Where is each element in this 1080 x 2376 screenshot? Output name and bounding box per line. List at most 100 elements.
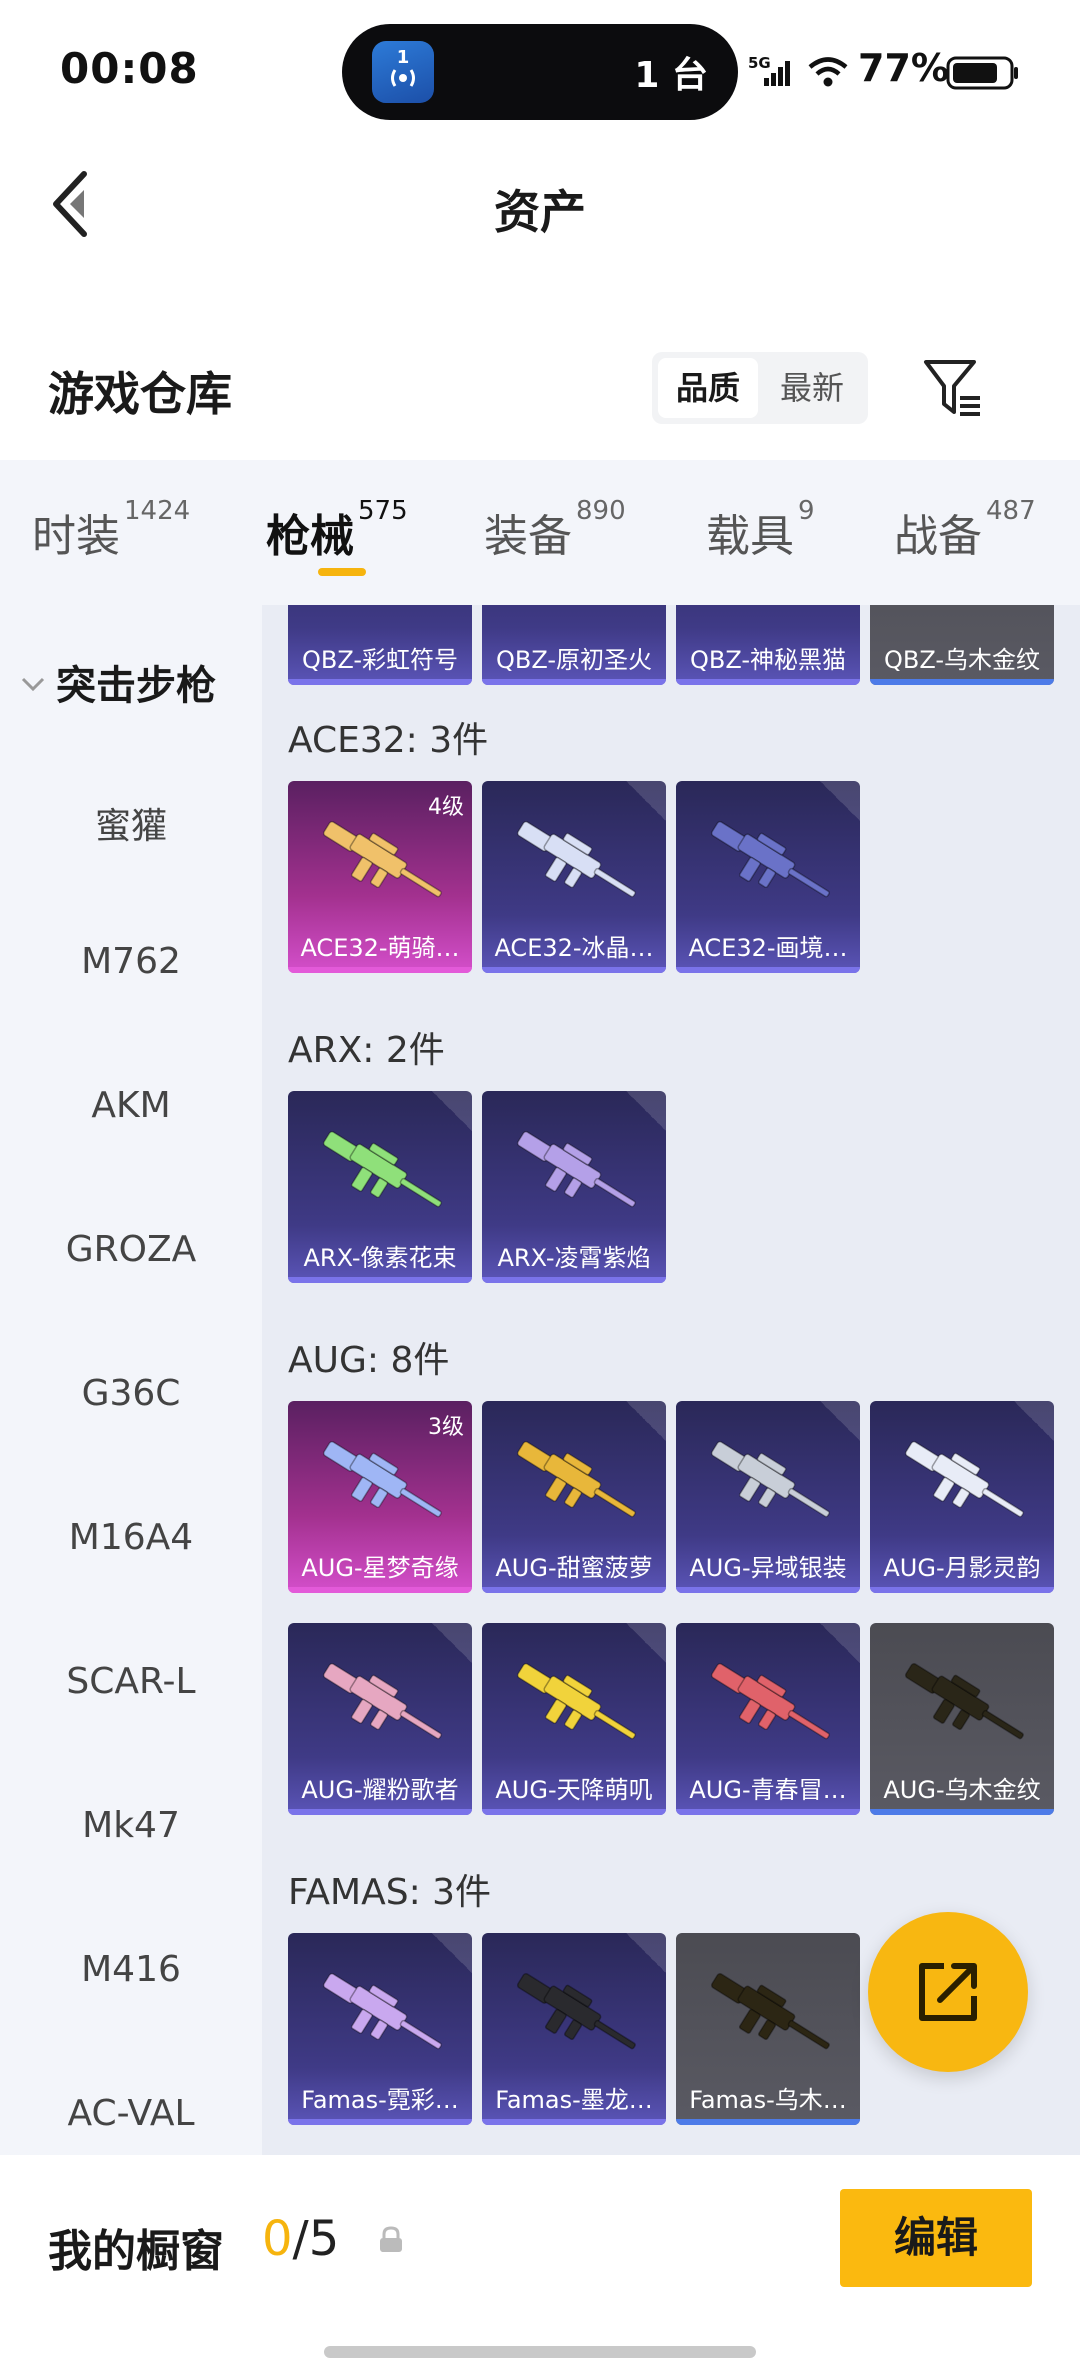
- weapon-name: Famas-乌木…: [689, 2086, 847, 2114]
- weapon-card[interactable]: AUG-异域银装: [676, 1401, 860, 1593]
- showcase-bar: 我的橱窗 0/5 编辑: [0, 2155, 1080, 2376]
- dynamic-island[interactable]: 1 1 台: [342, 24, 738, 120]
- upgrade-level: 4级: [428, 795, 464, 820]
- active-tab-indicator: [318, 568, 366, 576]
- weapon-card[interactable]: ACE32-冰晶…: [482, 781, 666, 973]
- rarity-stripe: [870, 1809, 1054, 1815]
- weapon-name: AUG-甜蜜菠萝: [495, 1554, 653, 1582]
- sidebar-item[interactable]: M416: [0, 1949, 262, 1990]
- sidebar-group-label: 突击步枪: [56, 663, 216, 709]
- rifle-icon: [710, 1440, 830, 1518]
- broadcast-icon: [391, 69, 415, 87]
- rifle-icon: [516, 1972, 636, 2050]
- rarity-stripe: [482, 967, 666, 973]
- showcase-label: 我的橱窗: [48, 2226, 224, 2277]
- weapon-card[interactable]: QBZ-原初圣火: [482, 605, 666, 685]
- tab-vehicles[interactable]: 载具 9: [706, 496, 815, 564]
- weapon-name: ACE32-冰晶…: [494, 934, 654, 962]
- weapon-card[interactable]: Famas-墨龙…: [482, 1933, 666, 2125]
- rarity-stripe: [870, 1587, 1054, 1593]
- sidebar-item[interactable]: G36C: [0, 1373, 262, 1414]
- sidebar-group-assault-rifles[interactable]: 突击步枪: [20, 653, 216, 711]
- weapon-card[interactable]: AUG-青春冒…: [676, 1623, 860, 1815]
- section-title-famas: FAMAS: 3件: [288, 1872, 492, 1913]
- rarity-stripe: [676, 967, 860, 973]
- showcase-current: 0: [262, 2211, 293, 2267]
- filter-icon[interactable]: [922, 356, 986, 420]
- tab-count: 575: [358, 496, 408, 526]
- weapon-card[interactable]: AUG-乌木金纹: [870, 1623, 1054, 1815]
- weapon-card[interactable]: Famas-霓彩…: [288, 1933, 472, 2125]
- sidebar-item[interactable]: AC-VAL: [0, 2093, 262, 2134]
- sort-toggle: 品质 最新: [652, 352, 868, 424]
- weapon-name: AUG-月影灵韵: [883, 1554, 1041, 1582]
- weapon-name: AUG-天降萌叽: [495, 1776, 653, 1804]
- tab-count: 890: [576, 496, 626, 526]
- weapon-card[interactable]: ARX-凌霄紫焰: [482, 1091, 666, 1283]
- weapon-card[interactable]: ACE32-画境…: [676, 781, 860, 973]
- weapon-card[interactable]: 4级 ACE32-萌骑…: [288, 781, 472, 973]
- battery-percent: 77%: [858, 46, 949, 90]
- rifle-icon: [322, 1662, 442, 1740]
- island-app-icon: 1: [372, 41, 434, 103]
- rifle-icon: [322, 820, 442, 898]
- tab-label: 时装: [32, 511, 120, 562]
- weapon-card[interactable]: AUG-甜蜜菠萝: [482, 1401, 666, 1593]
- wifi-icon: [808, 57, 848, 87]
- weapon-name: AUG-乌木金纹: [883, 1776, 1041, 1804]
- tab-label: 载具: [706, 511, 794, 562]
- rifle-icon: [904, 1440, 1024, 1518]
- tab-count: 487: [986, 496, 1036, 526]
- rifle-icon: [322, 1972, 442, 2050]
- rarity-stripe: [482, 1587, 666, 1593]
- sort-option-latest[interactable]: 最新: [762, 358, 862, 418]
- nav-bar: 资产: [0, 140, 1080, 270]
- weapon-card[interactable]: 3级 AUG-星梦奇缘: [288, 1401, 472, 1593]
- tab-fashion[interactable]: 时装 1424: [32, 496, 190, 564]
- edit-button[interactable]: 编辑: [840, 2189, 1032, 2287]
- sidebar-item[interactable]: SCAR-L: [0, 1661, 262, 1702]
- tab-label: 枪械: [266, 511, 354, 562]
- weapon-card[interactable]: AUG-月影灵韵: [870, 1401, 1054, 1593]
- status-bar: 00:08 1 1 台 5G 77%: [0, 0, 1080, 140]
- rifle-icon: [322, 1440, 442, 1518]
- home-indicator[interactable]: [324, 2346, 756, 2358]
- rifle-icon: [516, 1440, 636, 1518]
- battery-icon: [946, 56, 1018, 90]
- weapon-card[interactable]: QBZ-乌木金纹: [870, 605, 1054, 685]
- sidebar-item[interactable]: M762: [0, 941, 262, 982]
- share-button[interactable]: [868, 1912, 1028, 2072]
- rarity-stripe: [870, 679, 1054, 685]
- tab-battle-gear[interactable]: 战备 487: [894, 496, 1036, 564]
- sort-option-quality[interactable]: 品质: [658, 358, 758, 418]
- weapon-card[interactable]: QBZ-神秘黑猫: [676, 605, 860, 685]
- tab-equipment[interactable]: 装备 890: [484, 496, 626, 564]
- sidebar-item[interactable]: 蜜獾: [0, 797, 262, 849]
- tab-label: 战备: [894, 511, 982, 562]
- rifle-icon: [516, 820, 636, 898]
- share-icon: [919, 1963, 977, 2021]
- rarity-stripe: [676, 2119, 860, 2125]
- rarity-stripe: [288, 967, 472, 973]
- weapon-card[interactable]: AUG-天降萌叽: [482, 1623, 666, 1815]
- tab-guns[interactable]: 枪械 575: [266, 496, 408, 564]
- sidebar-item[interactable]: AKM: [0, 1085, 262, 1126]
- rifle-icon: [516, 1662, 636, 1740]
- weapon-name: AUG-星梦奇缘: [301, 1554, 459, 1582]
- page-title: 资产: [494, 185, 586, 239]
- weapon-card[interactable]: Famas-乌木…: [676, 1933, 860, 2125]
- rarity-stripe: [482, 679, 666, 685]
- status-time: 00:08: [60, 44, 199, 93]
- weapon-card[interactable]: QBZ-彩虹符号: [288, 605, 472, 685]
- weapon-name: ARX-像素花束: [303, 1244, 457, 1272]
- weapon-card[interactable]: AUG-耀粉歌者: [288, 1623, 472, 1815]
- rifle-icon: [710, 820, 830, 898]
- weapon-name: QBZ-神秘黑猫: [689, 646, 847, 674]
- weapon-name: ACE32-萌骑…: [300, 934, 460, 962]
- island-text: 1 台: [634, 55, 708, 96]
- weapon-card[interactable]: ARX-像素花束: [288, 1091, 472, 1283]
- showcase-count: 0/5: [262, 2211, 339, 2267]
- sidebar-item[interactable]: M16A4: [0, 1517, 262, 1558]
- sidebar-item[interactable]: GROZA: [0, 1229, 262, 1270]
- sidebar-item[interactable]: Mk47: [0, 1805, 262, 1846]
